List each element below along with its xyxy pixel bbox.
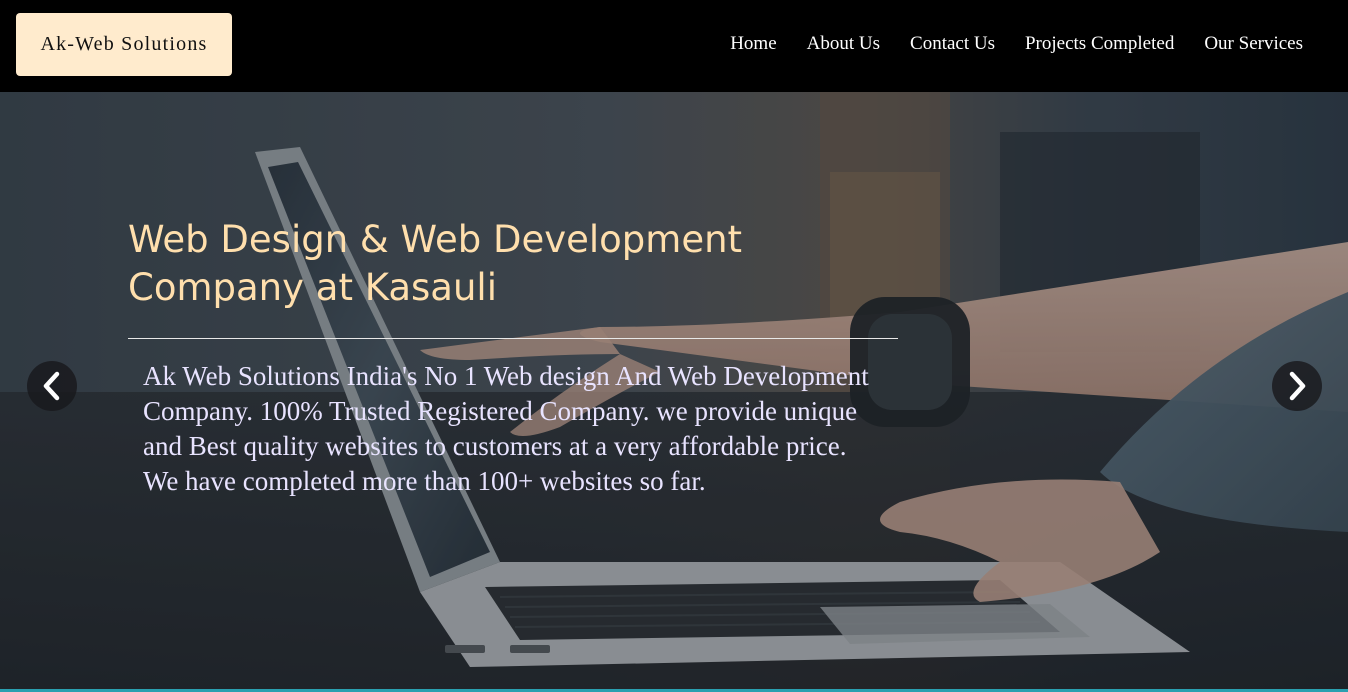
hero-description: Ak Web Solutions India's No 1 Web design… <box>143 361 869 496</box>
site-logo[interactable]: Ak-Web Solutions <box>16 13 232 76</box>
hero-divider <box>128 338 898 339</box>
main-nav: Home About Us Contact Us Projects Comple… <box>730 32 1303 56</box>
hero-title: Web Design & Web Development Company at … <box>128 218 743 309</box>
nav-contact-us[interactable]: Contact Us <box>910 32 995 56</box>
carousel-prev-button[interactable] <box>27 361 77 411</box>
site-header: Ak-Web Solutions Home About Us Contact U… <box>0 0 1348 92</box>
nav-home[interactable]: Home <box>730 32 776 56</box>
hero-carousel: Web Design & Web Development Company at … <box>0 92 1348 689</box>
chevron-left-icon <box>43 371 60 401</box>
carousel-next-button[interactable] <box>1272 361 1322 411</box>
nav-our-services[interactable]: Our Services <box>1204 32 1303 56</box>
nav-projects-completed[interactable]: Projects Completed <box>1025 32 1174 56</box>
chevron-right-icon <box>1289 371 1306 401</box>
nav-about-us[interactable]: About Us <box>807 32 880 56</box>
